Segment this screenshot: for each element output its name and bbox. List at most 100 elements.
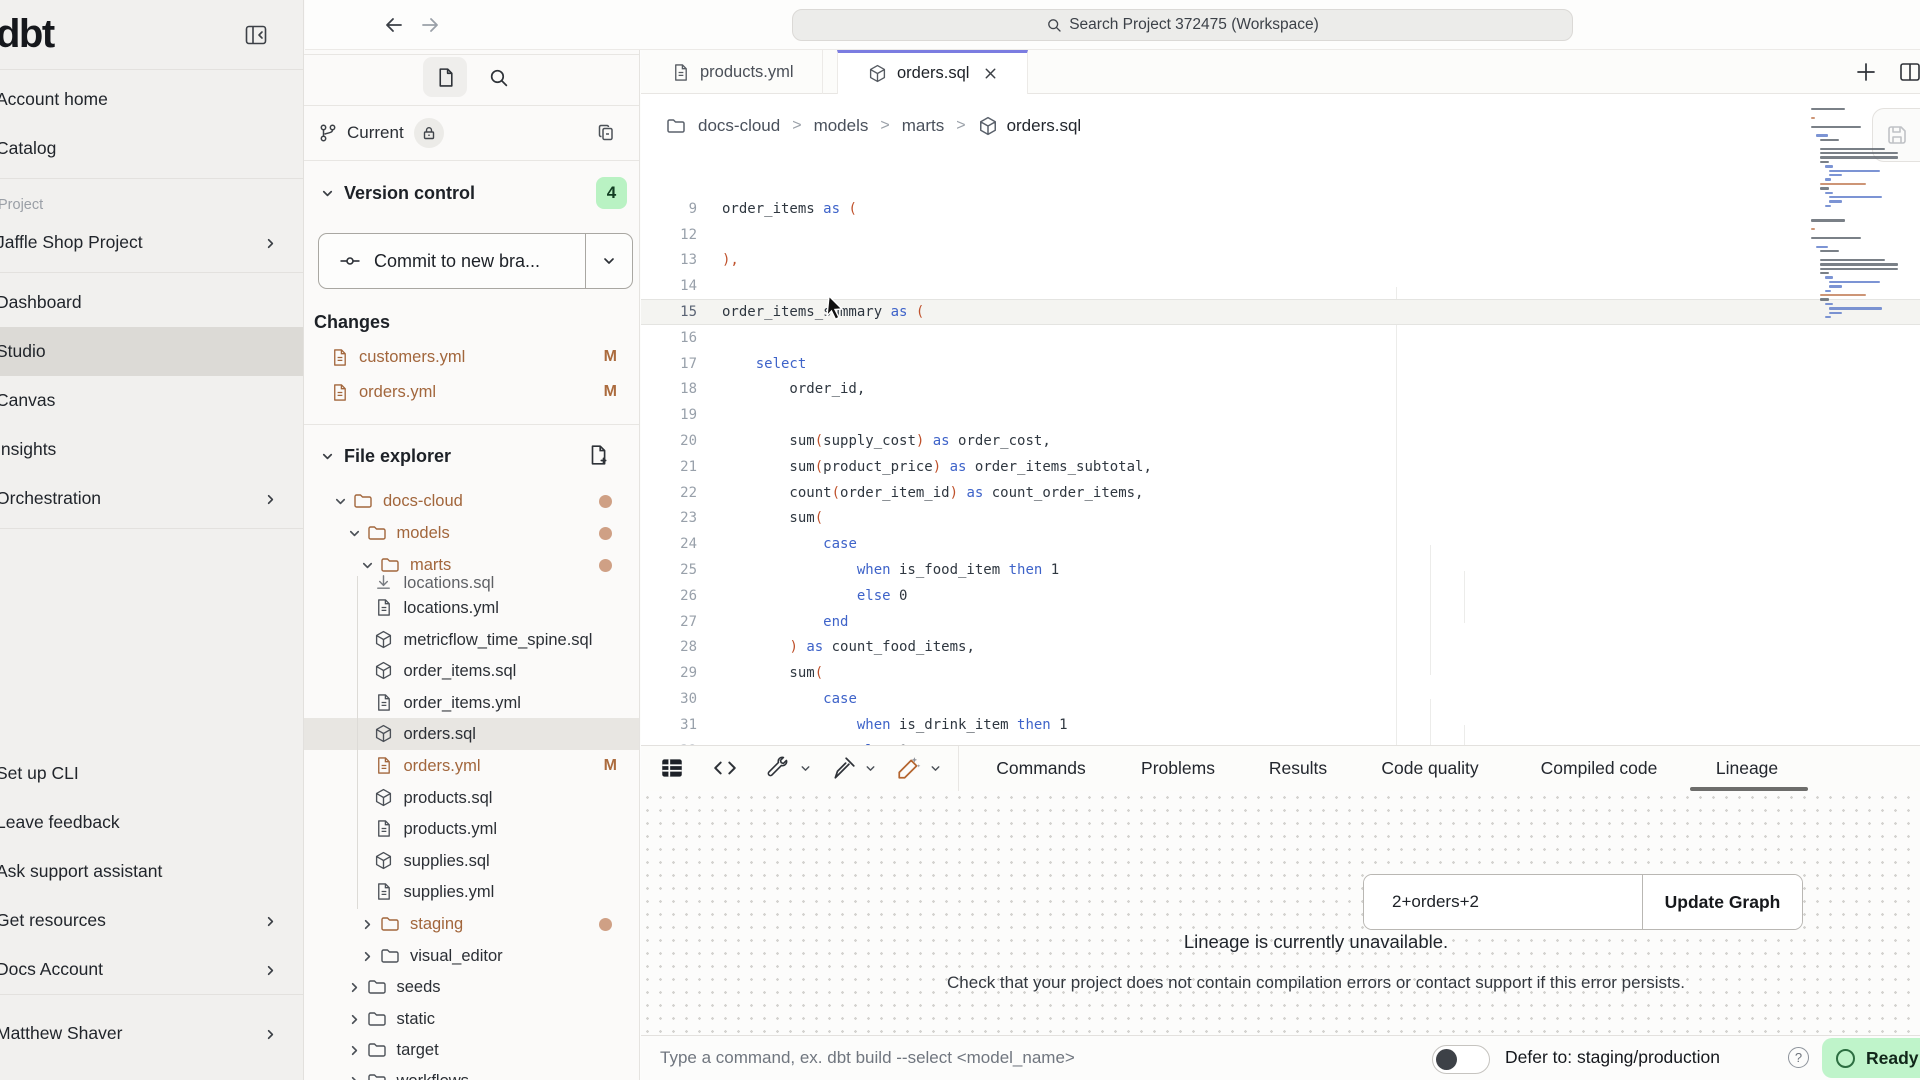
ai-magic-pencil-icon[interactable]	[896, 755, 922, 781]
bottom-tab-lineage[interactable]: Lineage	[1716, 746, 1778, 791]
tree-item-docs-cloud[interactable]: docs-cloud	[304, 485, 639, 517]
build-wrench-icon[interactable]	[763, 755, 789, 781]
sidebar-item-docs-account[interactable]: Docs Account	[0, 945, 303, 994]
tree-item-order-items-sql[interactable]: order_items.sql	[304, 655, 639, 687]
command-input[interactable]	[660, 1041, 1360, 1075]
back-arrow-icon[interactable]	[382, 13, 406, 37]
editor-tab-products-yml[interactable]: products.yml	[641, 50, 823, 94]
breadcrumb-part[interactable]: docs-cloud	[698, 116, 780, 136]
status-badge[interactable]: Ready	[1822, 1038, 1920, 1078]
new-tab-icon[interactable]	[1855, 61, 1877, 83]
lock-icon	[414, 118, 444, 148]
tree-item-label: metricflow_time_spine.sql	[404, 631, 593, 650]
tree-item-order-items-yml[interactable]: order_items.yml	[304, 687, 639, 719]
sidebar-item-ask-support-assistant[interactable]: Ask support assistant	[0, 847, 303, 896]
split-editor-icon[interactable]	[1899, 61, 1920, 83]
chevron-down-icon[interactable]	[929, 762, 942, 775]
lineage-selector-input[interactable]	[1364, 875, 1642, 929]
tree-item-metricflow-time-spine-sql[interactable]: metricflow_time_spine.sql	[304, 624, 639, 656]
model-cube-icon	[374, 724, 394, 744]
folder-icon	[380, 946, 400, 966]
tree-item-supplies-yml[interactable]: supplies.yml	[304, 876, 639, 908]
changes-count-badge: 4	[596, 177, 627, 209]
bottom-tab-commands[interactable]: Commands	[996, 746, 1085, 791]
bottom-panel-toolbar: Commands Problems Results Code quality Compi…	[641, 746, 1920, 791]
sidebar-item-leave-feedback[interactable]: Leave feedback	[0, 798, 303, 847]
project-search-input[interactable]: Search Project 372475 (Workspace)	[792, 9, 1573, 41]
sidebar-header: dbt	[0, 0, 303, 70]
sidebar-item-jaffle-shop-project[interactable]: Jaffle Shop Project	[0, 218, 303, 267]
tree-item-products-sql[interactable]: products.sql	[304, 782, 639, 814]
collapse-sidebar-icon[interactable]	[245, 24, 267, 46]
code-view-icon[interactable]	[712, 755, 738, 781]
changed-file-row[interactable]: orders.ymlM	[304, 376, 639, 408]
sidebar-item-canvas[interactable]: Canvas	[0, 376, 303, 425]
breadcrumb-part[interactable]: models	[814, 116, 869, 136]
line-number: 25	[641, 562, 697, 578]
chevron-right-icon	[263, 236, 277, 250]
sidebar-item-account-home[interactable]: Account home	[0, 75, 303, 124]
code-line-16: 16	[641, 325, 1920, 351]
sidebar-item-catalog[interactable]: Catalog	[0, 124, 303, 173]
help-question-icon[interactable]: ?	[1788, 1047, 1809, 1068]
line-number: 16	[641, 330, 697, 346]
minimap-line	[1825, 192, 1833, 194]
copy-branch-icon[interactable]	[597, 123, 617, 143]
defer-toggle[interactable]	[1432, 1045, 1490, 1074]
sidebar-item-insights[interactable]: Insights	[0, 425, 303, 474]
update-graph-button[interactable]: Update Graph	[1642, 875, 1802, 929]
tree-item-target[interactable]: target	[304, 1034, 639, 1066]
tree-item-locations-sql[interactable]: locations.sql	[304, 575, 639, 592]
tree-item-label: marts	[410, 556, 451, 575]
line-number: 22	[641, 485, 697, 501]
changed-file-row[interactable]: customers.ymlM	[304, 341, 639, 373]
file-explorer-section-header[interactable]: File explorer	[304, 435, 639, 477]
minimap-line	[1811, 126, 1861, 128]
results-table-icon[interactable]	[659, 755, 685, 781]
sidebar-item-studio[interactable]: Studio	[0, 327, 303, 376]
tree-item-models[interactable]: models	[304, 517, 639, 549]
sidebar-item-orchestration[interactable]: Orchestration	[0, 474, 303, 523]
code-line-13: 13),	[641, 248, 1920, 274]
commit-button[interactable]: Commit to new bra...	[319, 234, 585, 288]
code-minimap[interactable]	[1811, 108, 1895, 338]
current-branch-row[interactable]: Current	[304, 105, 639, 160]
bottom-tab-results[interactable]: Results	[1269, 746, 1327, 791]
tree-item-static[interactable]: static	[304, 1003, 639, 1035]
tree-item-visual-editor[interactable]: visual_editor	[304, 940, 639, 972]
format-broom-icon[interactable]	[831, 755, 857, 781]
new-file-icon[interactable]	[587, 444, 609, 466]
toggle-knob	[1436, 1049, 1457, 1070]
tree-item-locations-yml[interactable]: locations.yml	[304, 592, 639, 624]
close-tab-icon[interactable]	[983, 66, 999, 82]
minimap-line	[1820, 272, 1828, 274]
tree-item-staging[interactable]: staging	[304, 908, 639, 940]
sidebar-user-menu[interactable]: Matthew Shaver	[0, 1009, 303, 1058]
commit-options-button[interactable]	[585, 234, 632, 288]
chevron-down-icon[interactable]	[799, 762, 812, 775]
chevron-down-icon[interactable]	[864, 762, 877, 775]
file-explorer-view-button[interactable]	[423, 57, 467, 97]
code-content[interactable]: 9order_items as (1213),1415order_items_s…	[641, 157, 1920, 745]
tree-item-products-yml[interactable]: products.yml	[304, 813, 639, 845]
line-number: 27	[641, 614, 697, 630]
breadcrumb-part[interactable]: marts	[902, 116, 945, 136]
line-number: 19	[641, 407, 697, 423]
sidebar-item-get-resources[interactable]: Get resources	[0, 896, 303, 945]
tree-item-orders-sql[interactable]: orders.sql	[304, 718, 639, 750]
forward-arrow-icon[interactable]	[418, 13, 442, 37]
search-files-button[interactable]	[476, 57, 520, 97]
bottom-tab-compiled-code[interactable]: Compiled code	[1541, 746, 1658, 791]
sidebar-item-dashboard[interactable]: Dashboard	[0, 278, 303, 327]
code-text: case	[722, 536, 857, 552]
bottom-tab-code-quality[interactable]: Code quality	[1381, 746, 1478, 791]
bottom-tab-problems[interactable]: Problems	[1141, 746, 1215, 791]
sidebar-item-set-up-cli[interactable]: Set up CLI	[0, 749, 303, 798]
tree-item-supplies-sql[interactable]: supplies.sql	[304, 845, 639, 877]
tree-item-workflows[interactable]: workflows	[304, 1065, 639, 1080]
tree-item-seeds[interactable]: seeds	[304, 971, 639, 1003]
version-control-section-header[interactable]: Version control 4	[304, 172, 639, 214]
editor-tab-bar: products.yml orders.sql	[641, 50, 1920, 94]
editor-tab-orders-sql[interactable]: orders.sql	[837, 50, 1028, 94]
tree-item-orders-yml[interactable]: orders.ymlM	[304, 750, 639, 782]
